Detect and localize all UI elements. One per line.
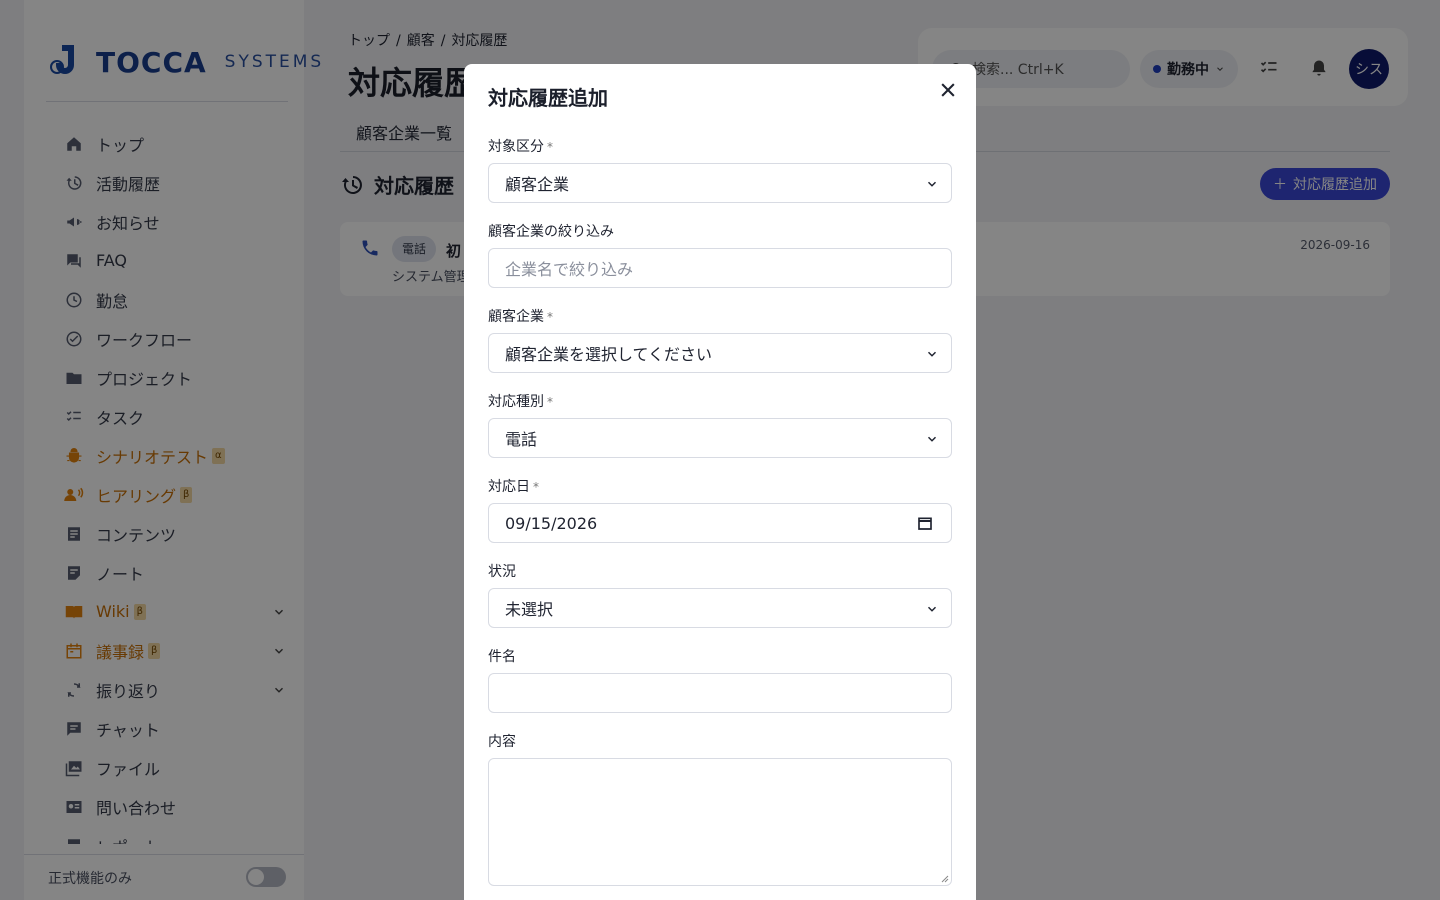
target-value: 顧客企業: [505, 175, 570, 194]
status-label: 状況: [488, 564, 516, 580]
target-select[interactable]: 顧客企業: [488, 163, 952, 203]
subject-label: 件名: [488, 649, 516, 665]
content-textarea[interactable]: [488, 758, 952, 886]
date-value: 09/15/2026: [505, 513, 598, 533]
status-value: 未選択: [505, 600, 554, 619]
company-select[interactable]: 顧客企業を選択してください: [488, 333, 952, 373]
type-label: 対応種別 *: [488, 394, 553, 410]
modal-title: 対応履歴追加: [488, 86, 608, 110]
subject-input[interactable]: [488, 673, 952, 713]
type-value: 電話: [505, 430, 538, 449]
type-select[interactable]: 電話: [488, 418, 952, 458]
add-history-modal: 対応履歴追加 対象区分 * 顧客企業 顧客企業の絞り込み 企業名で絞り込み 顧客企…: [464, 64, 976, 900]
company-value: 顧客企業を選択してください: [505, 345, 713, 364]
date-label: 対応日 *: [488, 479, 539, 495]
date-input[interactable]: 09/15/2026: [488, 503, 952, 543]
target-label: 対象区分 *: [488, 139, 553, 155]
chevron-down-icon: [927, 351, 937, 357]
chevron-down-icon: [927, 606, 937, 612]
close-icon[interactable]: [938, 80, 958, 100]
status-select[interactable]: 未選択: [488, 588, 952, 628]
chevron-down-icon: [927, 181, 937, 187]
filter-placeholder: 企業名で絞り込み: [505, 260, 634, 279]
chevron-down-icon: [927, 436, 937, 442]
resize-grip-icon[interactable]: [941, 875, 949, 883]
filter-label: 顧客企業の絞り込み: [488, 224, 614, 240]
company-label: 顧客企業 *: [488, 309, 553, 325]
company-filter-input[interactable]: 企業名で絞り込み: [488, 248, 952, 288]
content-label: 内容: [488, 734, 516, 750]
calendar-icon[interactable]: [917, 515, 933, 531]
